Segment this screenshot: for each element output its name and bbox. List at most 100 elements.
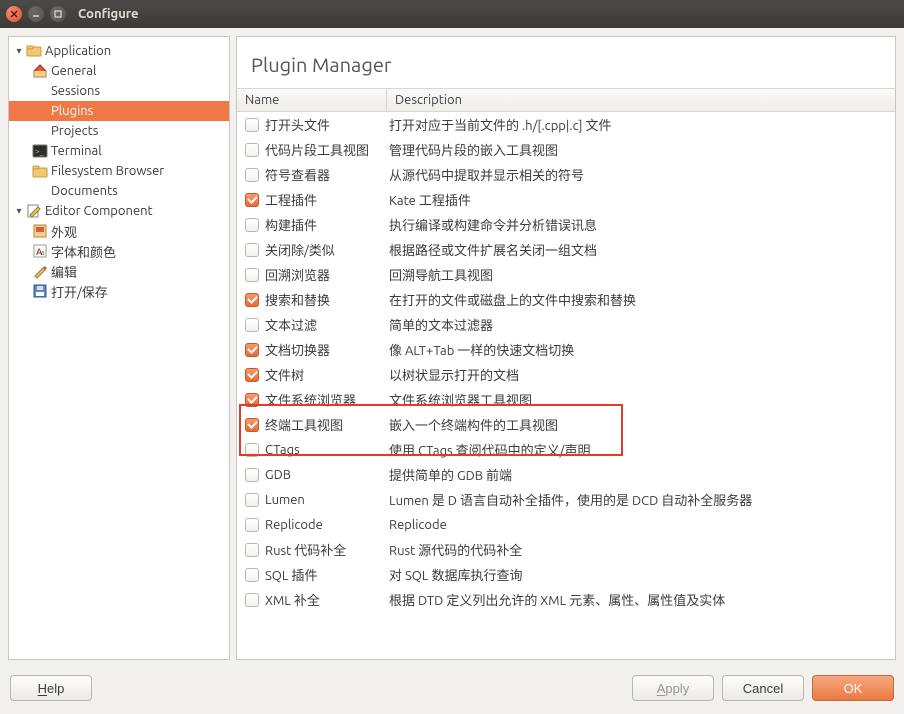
tree-item-terminal[interactable]: >_ Terminal [9,141,229,161]
plugin-checkbox[interactable] [243,443,261,457]
plugin-checkbox[interactable] [243,543,261,557]
tree-item-opensave[interactable]: 打开/保存 [9,281,229,301]
plugin-checkbox[interactable] [243,418,261,432]
checkbox-icon[interactable] [245,493,259,507]
plugin-list[interactable]: 打开头文件打开对应于当前文件的 .h/[.cpp|.c] 文件代码片段工具视图管… [237,112,895,659]
plugin-checkbox[interactable] [243,343,261,357]
plugin-checkbox[interactable] [243,393,261,407]
plugin-row[interactable]: ReplicodeReplicode [237,512,895,537]
checkbox-icon[interactable] [245,193,259,207]
plugin-checkbox[interactable] [243,568,261,582]
plugin-name: 关闭除/类似 [261,240,385,259]
checkbox-icon[interactable] [245,343,259,357]
checkbox-icon[interactable] [245,568,259,582]
tree-item-plugins[interactable]: Plugins [9,101,229,121]
plugin-row[interactable]: 文件树以树状显示打开的文档 [237,362,895,387]
tree-item-editor-component[interactable]: ▾ Editor Component [9,201,229,221]
tree-item-general[interactable]: General [9,61,229,81]
checkbox-icon[interactable] [245,168,259,182]
checkbox-icon[interactable] [245,418,259,432]
checkbox-icon[interactable] [245,318,259,332]
tree-item-appearance[interactable]: 外观 [9,221,229,241]
ok-button[interactable]: OK [812,675,894,701]
plugin-desc: 提供简单的 GDB 前端 [385,465,895,484]
plugin-row[interactable]: 文件系统浏览器文件系统浏览器工具视图 [237,387,895,412]
checkbox-icon[interactable] [245,268,259,282]
tree-item-fonts[interactable]: Aa 字体和颜色 [9,241,229,261]
plugin-name: 代码片段工具视图 [261,140,385,159]
plugin-row[interactable]: Rust 代码补全Rust 源代码的代码补全 [237,537,895,562]
plugin-row[interactable]: 回溯浏览器回溯导航工具视图 [237,262,895,287]
plugin-checkbox[interactable] [243,143,261,157]
plugin-checkbox[interactable] [243,593,261,607]
plugin-row[interactable]: CTags使用 CTags 查阅代码中的定义/声明 [237,437,895,462]
plugin-checkbox[interactable] [243,318,261,332]
plugin-checkbox[interactable] [243,193,261,207]
terminal-icon: >_ [31,143,49,159]
plugin-checkbox[interactable] [243,293,261,307]
tree-item-sessions[interactable]: Sessions [9,81,229,101]
help-button[interactable]: Help [10,675,92,701]
checkbox-icon[interactable] [245,443,259,457]
chevron-down-icon[interactable]: ▾ [13,45,25,57]
column-name[interactable]: Name [237,89,387,111]
checkbox-icon[interactable] [245,593,259,607]
plugin-checkbox[interactable] [243,268,261,282]
plugin-row[interactable]: 工程插件Kate 工程插件 [237,187,895,212]
sidebar-tree[interactable]: ▾ Application General Sessions Plugins P… [8,36,230,660]
plugin-row[interactable]: 文档切换器像 ALT+Tab 一样的快速文档切换 [237,337,895,362]
plugin-checkbox[interactable] [243,368,261,382]
apply-button[interactable]: Apply [632,675,714,701]
plugin-name: SQL 插件 [261,565,385,584]
checkbox-icon[interactable] [245,218,259,232]
fonts-icon: Aa [31,243,49,259]
plugin-row[interactable]: 文本过滤简单的文本过滤器 [237,312,895,337]
minimize-icon[interactable] [28,6,44,22]
tree-item-application[interactable]: ▾ Application [9,41,229,61]
plugin-row[interactable]: XML 补全根据 DTD 定义列出允许的 XML 元素、属性、属性值及实体 [237,587,895,612]
plugin-checkbox[interactable] [243,168,261,182]
plugin-row[interactable]: SQL 插件对 SQL 数据库执行查询 [237,562,895,587]
cancel-button[interactable]: Cancel [722,675,804,701]
maximize-icon[interactable] [50,6,66,22]
plugin-row[interactable]: 搜索和替换在打开的文件或磁盘上的文件中搜索和替换 [237,287,895,312]
tree-item-projects[interactable]: Projects [9,121,229,141]
plugin-name: 终端工具视图 [261,415,385,434]
checkbox-icon[interactable] [245,118,259,132]
plugin-row[interactable]: 打开头文件打开对应于当前文件的 .h/[.cpp|.c] 文件 [237,112,895,137]
save-icon [31,283,49,299]
column-description[interactable]: Description [387,89,895,111]
checkbox-icon[interactable] [245,543,259,557]
tree-item-edit[interactable]: 编辑 [9,261,229,281]
titlebar: Configure [0,0,904,28]
checkbox-icon[interactable] [245,368,259,382]
plugin-checkbox[interactable] [243,218,261,232]
tree-label: Terminal [49,144,102,158]
checkbox-icon[interactable] [245,468,259,482]
checkbox-icon[interactable] [245,243,259,257]
checkbox-icon[interactable] [245,143,259,157]
checkbox-icon[interactable] [245,518,259,532]
checkbox-icon[interactable] [245,393,259,407]
close-icon[interactable] [6,6,22,22]
plugin-checkbox[interactable] [243,468,261,482]
plugin-checkbox[interactable] [243,118,261,132]
plugin-row[interactable]: 符号查看器从源代码中提取并显示相关的符号 [237,162,895,187]
home-icon [31,63,49,79]
plugin-row[interactable]: 构建插件执行编译或构建命令并分析错误讯息 [237,212,895,237]
plugin-checkbox[interactable] [243,518,261,532]
plugin-row[interactable]: LumenLumen 是 D 语言自动补全插件，使用的是 DCD 自动补全服务器 [237,487,895,512]
plugin-row[interactable]: 代码片段工具视图管理代码片段的嵌入工具视图 [237,137,895,162]
tree-item-fsbrowser[interactable]: Filesystem Browser [9,161,229,181]
plugin-desc: 打开对应于当前文件的 .h/[.cpp|.c] 文件 [385,115,895,134]
tree-item-documents[interactable]: Documents [9,181,229,201]
plugin-checkbox[interactable] [243,493,261,507]
plugin-row[interactable]: 终端工具视图嵌入一个终端构件的工具视图 [237,412,895,437]
chevron-down-icon[interactable]: ▾ [13,205,25,217]
checkbox-icon[interactable] [245,293,259,307]
plugin-name: 工程插件 [261,190,385,209]
plugin-row[interactable]: GDB提供简单的 GDB 前端 [237,462,895,487]
plugin-row[interactable]: 关闭除/类似根据路径或文件扩展名关闭一组文档 [237,237,895,262]
plugin-checkbox[interactable] [243,243,261,257]
plugin-name: Rust 代码补全 [261,540,385,559]
